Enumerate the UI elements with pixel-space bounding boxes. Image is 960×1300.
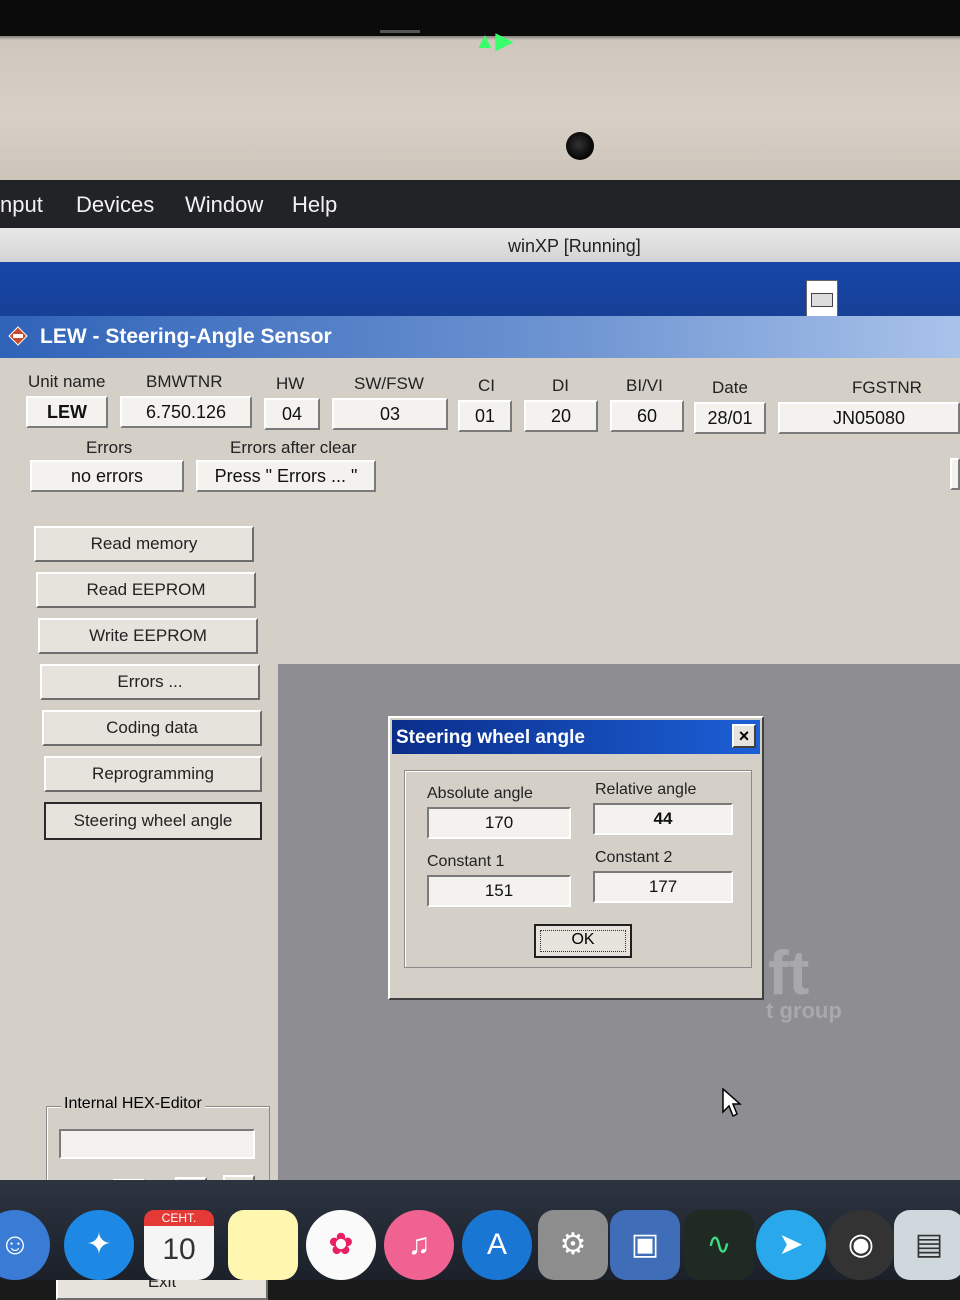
calendar-icon[interactable]: СЕНТ. 10 <box>144 1210 214 1280</box>
field-unit-name: LEW <box>26 396 108 428</box>
mac-menu-bar: nput Devices Window Help <box>0 180 960 228</box>
menu-input[interactable]: nput <box>0 192 43 218</box>
label-date: Date <box>712 378 748 397</box>
label-sw-fsw: SW/FSW <box>354 374 424 393</box>
constant-2-value: 177 <box>593 871 733 903</box>
menu-devices[interactable]: Devices <box>76 192 154 218</box>
mac-dock: ☺ ✦ СЕНТ. 10 ✿ ♫ A ⚙ ▣ ∿ ➤ ◉ ▤ <box>0 1180 960 1280</box>
mouse-cursor-icon <box>722 1088 742 1118</box>
absolute-angle-value: 170 <box>427 807 571 839</box>
relative-angle-value: 44 <box>593 803 733 835</box>
constant-1-value: 151 <box>427 875 571 907</box>
vbox-window-title: winXP [Running] <box>0 228 960 262</box>
label-di: DI <box>552 376 569 395</box>
label-fgstnr: FGSTNR <box>852 378 922 397</box>
field-fgstnr: JN05080 <box>778 402 960 434</box>
screenshot-icon[interactable]: ▤ <box>894 1210 960 1280</box>
virtualbox-icon[interactable]: ▣ <box>610 1210 680 1280</box>
field-hw: 04 <box>264 398 320 430</box>
field-sw-fsw: 03 <box>332 398 448 430</box>
label-bi-vi: BI/VI <box>626 376 663 395</box>
label-absolute-angle: Absolute angle <box>427 785 533 802</box>
label-ci: CI <box>478 376 495 395</box>
label-errors: Errors <box>86 438 133 457</box>
app-title: LEW - Steering-Angle Sensor <box>40 325 332 348</box>
label-unit-name: Unit name <box>28 372 106 391</box>
calendar-day: 10 <box>162 1233 196 1266</box>
close-icon[interactable]: × <box>732 724 756 748</box>
label-constant-2: Constant 2 <box>595 849 673 866</box>
read-eeprom-button[interactable]: Read EEPROM <box>36 572 256 608</box>
field-date: 28/01 <box>694 402 766 434</box>
bezel-reflection <box>380 30 420 33</box>
watermark-subtext: t group <box>766 998 842 1023</box>
dialog-title: Steering wheel angle <box>396 727 585 748</box>
calendar-month: СЕНТ. <box>144 1210 214 1226</box>
label-relative-angle: Relative angle <box>595 781 697 798</box>
read-memory-button[interactable]: Read memory <box>34 526 254 562</box>
menu-window[interactable]: Window <box>185 192 263 218</box>
safari-icon[interactable]: ✦ <box>64 1210 134 1280</box>
field-edge <box>950 458 960 490</box>
vbox-title-text: winXP [Running] <box>508 236 641 256</box>
field-errors-after-clear: Press " Errors ... " <box>196 460 376 492</box>
camera-icon[interactable]: ◉ <box>826 1210 896 1280</box>
label-hw: HW <box>276 374 305 393</box>
finder-icon[interactable]: ☺ <box>0 1210 50 1280</box>
app-store-icon[interactable]: A <box>462 1210 532 1280</box>
laptop-bezel: ▲▶ <box>0 0 960 190</box>
desktop-file-icon[interactable] <box>806 280 838 320</box>
notes-icon[interactable] <box>228 1210 298 1280</box>
app-title-bar: LEW - Steering-Angle Sensor <box>0 316 960 358</box>
hex-editor-input[interactable] <box>59 1129 255 1159</box>
field-di: 20 <box>524 400 598 432</box>
label-errors-after-clear: Errors after clear <box>230 438 357 457</box>
label-bmwtnr: BMWTNR <box>146 372 223 391</box>
label-constant-1: Constant 1 <box>427 853 505 870</box>
field-bmwtnr: 6.750.126 <box>120 396 252 428</box>
webcam-icon <box>566 132 594 160</box>
steering-wheel-angle-button[interactable]: Steering wheel angle <box>44 802 262 840</box>
photos-icon[interactable]: ✿ <box>306 1210 376 1280</box>
coding-data-button[interactable]: Coding data <box>42 710 262 746</box>
dialog-title-bar: Steering wheel angle × <box>392 720 760 754</box>
ok-button[interactable]: OK <box>534 924 632 958</box>
reprogramming-button[interactable]: Reprogramming <box>44 756 262 792</box>
screen: nput Devices Window Help winXP [Running]… <box>0 180 960 1300</box>
system-preferences-icon[interactable]: ⚙ <box>538 1210 608 1280</box>
field-ci: 01 <box>458 400 512 432</box>
hex-editor-label: Internal HEX-Editor <box>61 1095 205 1113</box>
music-icon[interactable]: ♫ <box>384 1210 454 1280</box>
field-bi-vi: 60 <box>610 400 684 432</box>
menu-help[interactable]: Help <box>292 192 337 218</box>
errors-button[interactable]: Errors ... <box>40 664 260 700</box>
telegram-icon[interactable]: ➤ <box>756 1210 826 1280</box>
steering-angle-dialog: Steering wheel angle × Absolute angle Re… <box>388 716 764 1000</box>
field-errors: no errors <box>30 460 184 492</box>
write-eeprom-button[interactable]: Write EEPROM <box>38 618 258 654</box>
bezel-logo-icon: ▲▶ <box>474 28 513 53</box>
activity-monitor-icon[interactable]: ∿ <box>684 1210 754 1280</box>
bmw-diagnostic-icon <box>8 326 28 346</box>
app-window: LEW - Steering-Angle Sensor Unit name BM… <box>0 316 960 1300</box>
xp-desktop <box>0 262 960 324</box>
